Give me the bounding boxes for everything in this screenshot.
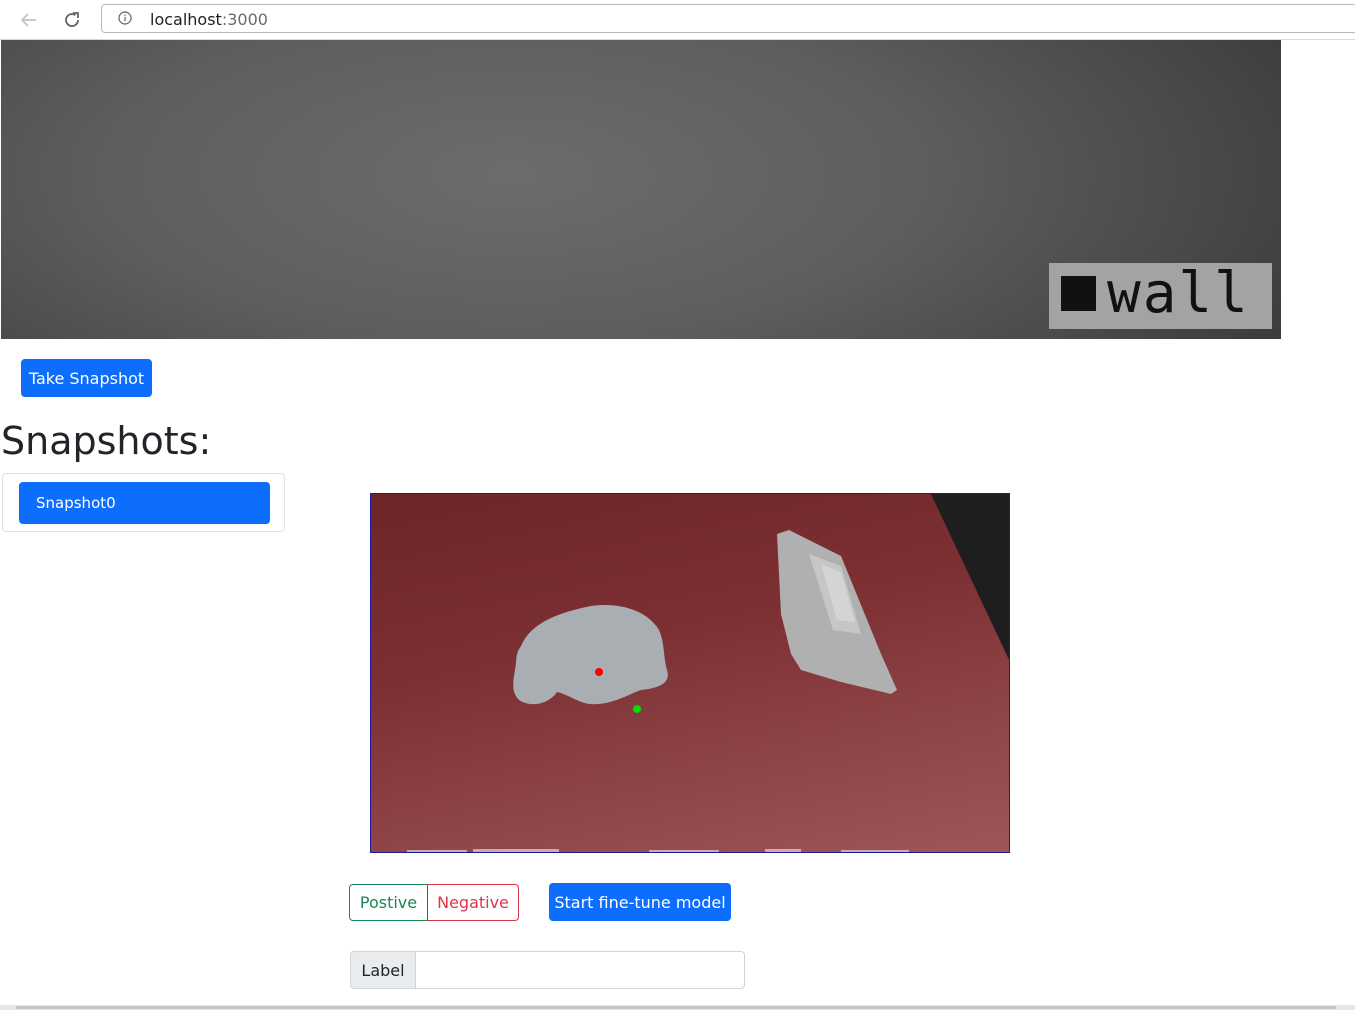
reload-button[interactable] (59, 7, 85, 33)
url-host: localhost (150, 10, 222, 29)
dark-corner (931, 494, 1009, 660)
snapshots-heading: Snapshots: (1, 419, 212, 463)
reload-icon (65, 12, 79, 27)
label-input-group: Label (350, 951, 745, 989)
url-port: :3000 (221, 10, 268, 29)
detection-label-overlay: wall (1049, 261, 1272, 329)
snapshot-image (407, 494, 1009, 852)
back-button[interactable] (16, 7, 42, 33)
negative-button[interactable]: Negative (428, 884, 519, 921)
snapshot-list: Snapshot0 (2, 473, 285, 532)
scrollbar-thumb[interactable] (16, 1006, 1336, 1009)
negative-point (595, 668, 603, 676)
start-finetune-button[interactable]: Start fine-tune model (549, 883, 731, 921)
positive-point (633, 705, 641, 713)
detection-label-text: wall (1107, 261, 1250, 326)
label-addon: Label (350, 951, 416, 989)
address-bar[interactable]: localhost:3000 (101, 4, 1355, 33)
camera-feed: wall (1, 40, 1281, 339)
positive-button[interactable]: Postive (349, 884, 428, 921)
snapshot-item[interactable]: Snapshot0 (19, 482, 270, 524)
info-icon[interactable] (118, 11, 132, 25)
bottom-edge-noise (407, 849, 909, 852)
take-snapshot-button[interactable]: Take Snapshot (21, 359, 152, 397)
browser-toolbar: localhost:3000 (0, 0, 1355, 40)
label-input[interactable] (416, 951, 745, 989)
point-type-toggle: Postive Negative (349, 884, 519, 921)
light-switch-plate (777, 530, 897, 694)
snapshot-canvas[interactable] (370, 493, 1010, 853)
url-text: localhost:3000 (150, 10, 268, 29)
segmentation-mask (513, 605, 668, 705)
horizontal-scrollbar[interactable] (0, 1005, 1355, 1010)
arrow-left-icon (20, 13, 36, 27)
label-square-icon (1061, 276, 1096, 311)
